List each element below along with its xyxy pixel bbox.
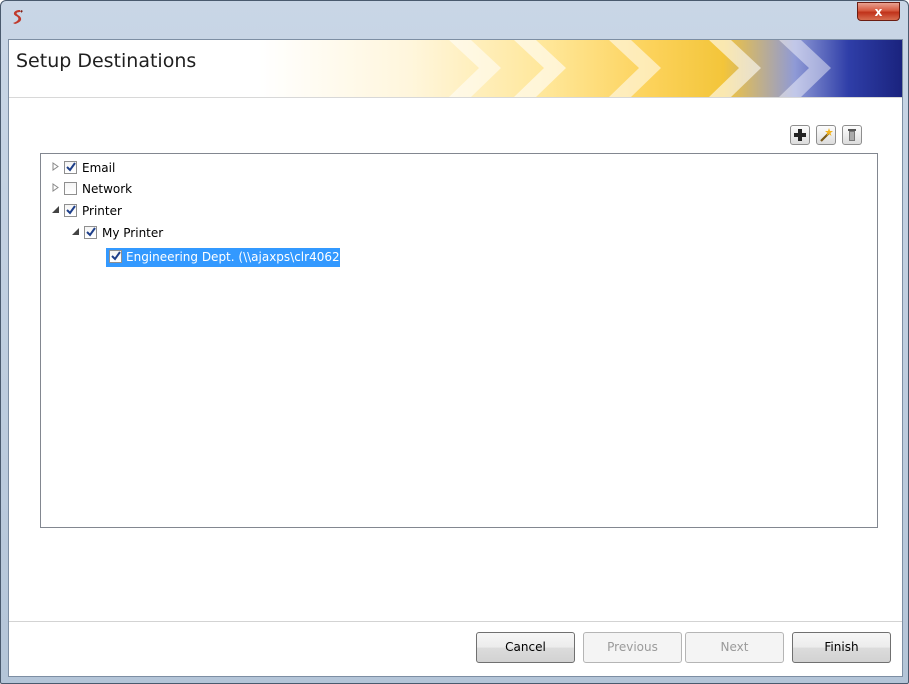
expand-arrow-icon[interactable] [51,183,60,192]
delete-destination-button[interactable] [842,125,862,145]
tree-node-email[interactable]: Email [51,159,171,177]
magic-wand-icon [820,128,833,142]
tree-node-label: Email [82,161,116,175]
cancel-button[interactable]: Cancel [476,632,575,663]
tree-node-label: Network [82,182,133,196]
tree-node-label: My Printer [102,226,164,240]
printer-checkbox[interactable] [64,204,77,217]
trash-icon [848,129,856,141]
page-title: Setup Destinations [16,50,197,72]
tree-node-network[interactable]: Network [51,180,171,198]
close-button[interactable]: x [857,2,900,21]
collapse-arrow-icon[interactable] [51,205,60,214]
finish-button[interactable]: Finish [792,632,891,663]
checkmark-icon [111,251,121,261]
engineering-dept-checkbox[interactable] [109,250,122,263]
expand-arrow-icon[interactable] [51,162,60,171]
collapse-arrow-icon[interactable] [71,227,80,236]
tree-node-engineering-dept[interactable]: Engineering Dept. (\\ajaxps\clr4062) [107,248,344,266]
checkmark-icon [86,227,96,237]
add-destination-button[interactable] [790,125,810,145]
next-button[interactable]: Next [685,632,784,663]
destination-tree[interactable]: Email Network Printer My Printer Enginee… [40,153,878,528]
app-logo-icon [13,10,23,24]
tree-node-label: Printer [82,204,122,218]
edit-destination-button[interactable] [816,125,836,145]
my-printer-checkbox[interactable] [84,226,97,239]
tree-node-my-printer[interactable]: My Printer [71,224,231,242]
previous-button[interactable]: Previous [583,632,682,663]
footer-divider [9,621,902,622]
tree-node-label: Engineering Dept. (\\ajaxps\clr4062) [126,250,345,264]
dialog-client-area: Setup Destinations Email Network Printer… [8,39,903,677]
checkmark-icon [66,162,76,172]
network-checkbox[interactable] [64,182,77,195]
plus-icon [794,129,806,141]
title-bar[interactable]: x [1,1,908,39]
dialog-window: x Setup Destinations Email Network Print… [0,0,909,684]
checkmark-icon [66,205,76,215]
tree-node-printer[interactable]: Printer [51,202,171,220]
email-checkbox[interactable] [64,161,77,174]
header-banner: Setup Destinations [9,40,902,98]
